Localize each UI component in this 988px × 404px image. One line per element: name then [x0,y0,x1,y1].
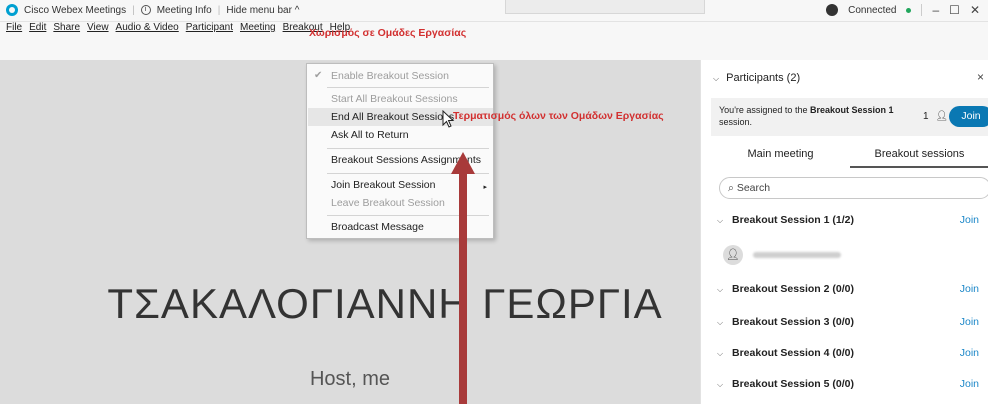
participant-role: Host, me [309,368,391,390]
session-join-link[interactable]: Join [960,283,979,295]
session-name: Breakout Session 2 (0/0) [732,283,854,295]
menu-item-leave-session[interactable]: Leave Breakout Session [331,194,445,212]
annotation-arrow-icon [451,152,475,404]
breakout-session-row[interactable]: ⌵ Breakout Session 2 (0/0) Join [717,283,988,303]
menu-audio-video[interactable]: Audio & Video [116,22,179,33]
maximize-button[interactable]: ☐ [949,3,960,17]
menu-share[interactable]: Share [53,22,80,33]
participants-panel: ⌵ Participants (2) × You're assigned to … [700,60,988,404]
assignment-suffix: session. [719,117,753,127]
session-name: Breakout Session 1 (1/2) [732,214,854,226]
title-separator: | [132,4,135,16]
meeting-info-button[interactable]: Meeting Info [157,5,212,16]
menu-separator [327,87,489,88]
person-icon: 👤︎ [935,111,949,122]
session-name: Breakout Session 3 (0/0) [732,316,854,328]
panel-close-button[interactable]: × [977,70,984,84]
annotation-breakout: Χωρισμός σε Ομάδες Εργασίας [309,27,467,39]
menu-item-ask-return[interactable]: Ask All to Return [331,126,409,144]
webex-logo-icon [6,4,18,16]
info-icon[interactable]: i [140,5,151,15]
participant-name: ΤΣΑΚΑΛΟΓΙΑΝΝΗ ΓΕΩΡΓΙΑ [107,280,663,327]
chevron-down-icon[interactable]: ⌵ [717,318,723,327]
tab-main-meeting[interactable]: Main meeting [711,142,850,168]
search-input[interactable]: ⌕ Search [719,177,988,199]
search-placeholder: Search [736,182,771,194]
menu-separator-2 [327,148,489,149]
session-join-link[interactable]: Join [960,378,979,390]
connection-status: Connected [848,4,897,16]
menu-item-join-session[interactable]: Join Breakout Session [331,176,435,194]
share-tab-handle[interactable] [505,0,705,14]
submenu-arrow-icon: ▸ [483,184,487,191]
chevron-down-icon[interactable]: ⌵ [717,285,723,294]
menu-meeting[interactable]: Meeting [240,22,276,33]
menu-file[interactable]: File [6,22,22,33]
participant-count: 1 [923,111,929,122]
breakout-session-row[interactable]: ⌵ Breakout Session 5 (0/0) Join [717,378,988,398]
tab-breakout-sessions[interactable]: Breakout sessions [850,142,988,168]
menu-view[interactable]: View [87,22,109,33]
breakout-session-row[interactable]: ⌵ Breakout Session 1 (1/2) Join [717,214,988,234]
panel-header[interactable]: ⌵ Participants (2) [713,72,800,84]
panel-tabs: Main meeting Breakout sessions [711,142,988,168]
title-bar: Cisco Webex Meetings | i Meeting Info | … [0,0,988,22]
chevron-down-icon[interactable]: ⌵ [713,74,719,83]
session-join-link[interactable]: Join [960,214,979,226]
hide-menu-bar-button[interactable]: Hide menu bar ^ [226,5,299,16]
search-icon: ⌕ [728,182,734,194]
assignment-text: You're assigned to the Breakout Session … [719,104,909,128]
close-window-button[interactable]: ✕ [970,3,980,17]
session-join-link[interactable]: Join [960,347,979,359]
menu-participant[interactable]: Participant [186,22,233,33]
session-name: Breakout Session 5 (0/0) [732,378,854,390]
blurred-participant-name [753,252,841,258]
menu-list: File Edit Share View Audio & Video Parti… [6,22,350,33]
avatar: 👤︎ [723,245,743,265]
title-separator-2: | [217,4,221,16]
app-title: Cisco Webex Meetings [24,4,127,16]
annotation-end-all: Τερματισμός όλων των Ομάδων Εργασίας [453,110,664,122]
chevron-down-icon[interactable]: ⌵ [717,216,723,225]
session-join-link[interactable]: Join [960,316,979,328]
participants-title: Participants (2) [726,72,801,84]
connection-icon [826,4,839,16]
window-separator [921,4,923,16]
breakout-session-row[interactable]: ⌵ Breakout Session 4 (0/0) Join [717,347,988,367]
breakout-session-row[interactable]: ⌵ Breakout Session 3 (0/0) Join [717,316,988,336]
check-icon: ✔ [314,70,323,81]
menu-edit[interactable]: Edit [29,22,46,33]
assigned-session-name: Breakout Session 1 [809,105,894,115]
assignment-prefix: You're assigned to the [719,105,810,115]
assignment-banner: You're assigned to the Breakout Session … [711,98,988,136]
menu-item-enable-breakout[interactable]: Enable Breakout Session [331,67,449,85]
chevron-down-icon[interactable]: ⌵ [717,349,723,358]
chevron-down-icon[interactable]: ⌵ [717,380,723,389]
assignment-count: 1 👤︎ [923,111,948,122]
join-session-button[interactable]: Join [949,106,988,127]
menu-item-start-all[interactable]: Start All Breakout Sessions [331,90,458,108]
session-name: Breakout Session 4 (0/0) [732,347,854,359]
panel-top-strip [700,22,988,60]
participant-row[interactable]: 👤︎ [723,245,841,265]
menu-item-broadcast[interactable]: Broadcast Message [331,218,424,236]
minimize-button[interactable]: – [932,3,939,17]
status-dot-icon [906,7,912,13]
